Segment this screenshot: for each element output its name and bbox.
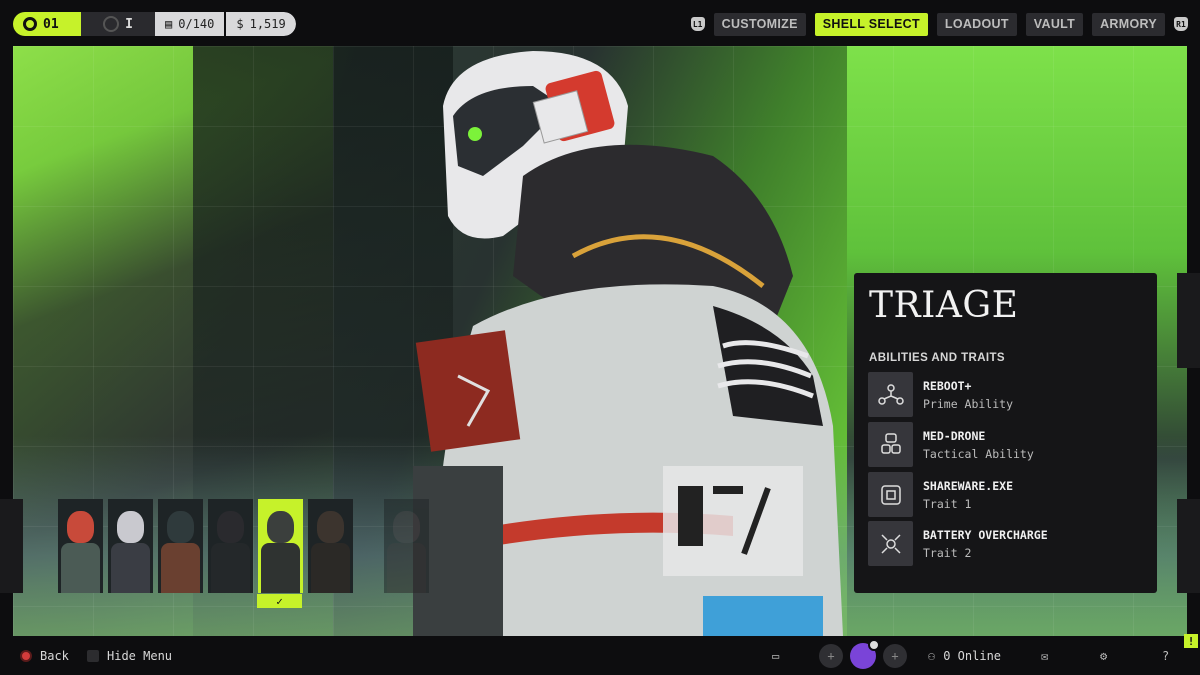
- currency-counter: $ 1,519: [224, 12, 296, 36]
- ability-name: MED-DRONE: [923, 428, 986, 443]
- ability-name: BATTERY OVERCHARGE: [923, 527, 1048, 542]
- help-button[interactable]: ?: [1162, 636, 1169, 675]
- shell-portrait[interactable]: [308, 499, 353, 593]
- portrait-body: [211, 543, 250, 593]
- ability-row[interactable]: MED-DRONE Tactical Ability: [868, 422, 1148, 467]
- drone-icon: [868, 422, 913, 467]
- ability-type: Trait 2: [923, 545, 972, 560]
- right-bumper-hint: R1: [1174, 17, 1188, 31]
- chat-button[interactable]: ▭: [772, 636, 779, 675]
- ability-type: Tactical Ability: [923, 446, 1034, 461]
- battery-burst-icon: [868, 521, 913, 566]
- tab-vault[interactable]: VAULT: [1025, 12, 1084, 36]
- ability-row[interactable]: REBOOT+ Prime Ability: [868, 372, 1148, 417]
- portrait-body: [61, 543, 100, 593]
- bottom-bar: Back Hide Menu ▭ + + ⚇ 0 Online ✉ ⚙ ?: [0, 636, 1200, 675]
- party-leader-badge: [868, 638, 880, 651]
- portrait-body: [161, 543, 200, 593]
- mail-icon: ✉: [1041, 648, 1049, 663]
- add-party-slot[interactable]: +: [819, 643, 843, 668]
- gear-icon: ⚙: [1100, 648, 1108, 663]
- player-avatar[interactable]: [850, 638, 880, 669]
- portrait-head: [393, 511, 420, 543]
- shell-info-panel: TRIAGE ABILITIES AND TRAITS REBOOT+ Prim…: [854, 273, 1157, 593]
- share-icon: [868, 472, 913, 517]
- back-label: Back: [40, 648, 69, 663]
- currency-value: 1,519: [249, 17, 286, 31]
- portrait-head: [167, 511, 194, 543]
- network-icon: [868, 372, 913, 417]
- ability-name: SHAREWARE.EXE: [923, 478, 1014, 493]
- list-icon: ▤: [165, 17, 173, 31]
- shell-portrait[interactable]: [58, 499, 103, 593]
- portrait-body: [311, 543, 350, 593]
- headset-icon: [23, 17, 37, 31]
- settings-button[interactable]: ⚙: [1100, 636, 1107, 675]
- main-nav: L1 CUSTOMIZE SHELL SELECT LOADOUT VAULT …: [690, 12, 1188, 36]
- hide-menu-button[interactable]: Hide Menu: [87, 636, 172, 675]
- shell-portrait[interactable]: [108, 499, 153, 593]
- shell-roster: [58, 499, 429, 609]
- tab-armory[interactable]: ARMORY: [1092, 12, 1165, 36]
- roster-left-frame: [0, 499, 23, 593]
- stat-counter-value: 0/140: [178, 17, 215, 31]
- portrait-head: [117, 511, 144, 543]
- online-friends[interactable]: ⚇ 0 Online: [928, 636, 1001, 675]
- ability-row[interactable]: BATTERY OVERCHARGE Trait 2: [868, 521, 1148, 566]
- shell-character-model: [413, 51, 843, 636]
- people-icon: ⚇: [928, 648, 936, 663]
- left-bumper-hint: L1: [690, 17, 705, 31]
- shell-name: TRIAGE: [869, 285, 1019, 326]
- stat-counter: ▤ 0/140: [155, 12, 225, 36]
- shell-portrait-locked[interactable]: [384, 499, 429, 593]
- panel-side-tab: [1177, 499, 1200, 593]
- circle-button-icon: [20, 649, 32, 662]
- hide-menu-label: Hide Menu: [107, 648, 173, 663]
- ability-name: REBOOT+: [923, 378, 972, 393]
- rank-ring-icon: [103, 16, 120, 32]
- shell-portrait[interactable]: [158, 499, 203, 593]
- player-status: 01 I ▤ 0/140 $ 1,519: [13, 12, 296, 36]
- add-party-slot[interactable]: +: [883, 643, 907, 668]
- panel-side-tab: [1177, 273, 1200, 368]
- player-level[interactable]: 01: [13, 12, 81, 36]
- online-count: 0 Online: [943, 648, 1002, 663]
- portrait-body: [111, 543, 150, 593]
- shell-portrait-selected[interactable]: [258, 499, 303, 593]
- ability-type: Prime Ability: [923, 396, 1014, 411]
- touchpad-button-icon: [87, 649, 99, 662]
- shell-portrait[interactable]: [208, 499, 253, 593]
- player-rank-value: I: [125, 16, 133, 32]
- player-rank[interactable]: I: [81, 12, 155, 36]
- ability-type: Trait 1: [923, 496, 972, 511]
- alert-icon[interactable]: !: [1184, 634, 1198, 648]
- abilities-heading: ABILITIES AND TRAITS: [869, 352, 1005, 364]
- portrait-head: [217, 511, 244, 543]
- portrait-body: [261, 543, 300, 593]
- portrait-body: [387, 543, 426, 593]
- portrait-head: [67, 511, 94, 543]
- chat-icon: ▭: [772, 648, 780, 663]
- tab-shell-select[interactable]: SHELL SELECT: [814, 12, 928, 36]
- tab-loadout[interactable]: LOADOUT: [936, 12, 1017, 36]
- help-label: ?: [1162, 648, 1170, 663]
- selected-check-icon: ✓: [257, 594, 302, 608]
- portrait-head: [267, 511, 294, 543]
- top-bar: 01 I ▤ 0/140 $ 1,519 L1 CUSTOMIZE SHELL …: [0, 0, 1200, 46]
- player-level-value: 01: [43, 16, 59, 32]
- ability-row[interactable]: SHAREWARE.EXE Trait 1: [868, 472, 1148, 517]
- tab-customize[interactable]: CUSTOMIZE: [713, 12, 806, 36]
- back-button[interactable]: Back: [20, 636, 69, 675]
- portrait-head: [317, 511, 344, 543]
- mail-button[interactable]: ✉: [1041, 636, 1048, 675]
- party-slots: + +: [819, 636, 907, 675]
- currency-icon: $: [236, 17, 244, 31]
